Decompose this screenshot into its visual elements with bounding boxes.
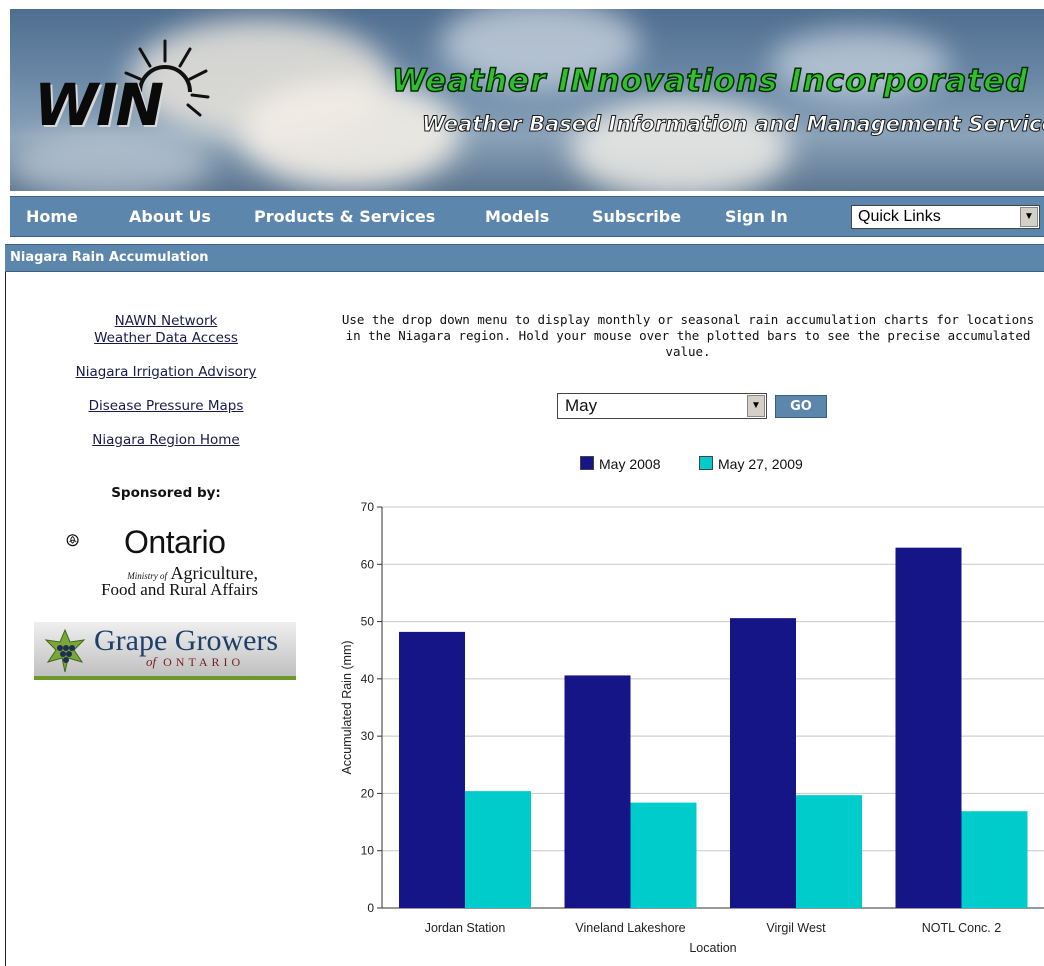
sponsored-label: Sponsored by: (111, 485, 221, 501)
y-tick-label: 40 (361, 672, 375, 686)
y-tick-label: 10 (361, 844, 375, 858)
x-axis-title: Location (689, 941, 736, 955)
nav-models[interactable]: Models (485, 207, 549, 226)
legend-label-2008: May 2008 (599, 456, 661, 472)
main-nav: Home About Us Products & Services Models… (10, 196, 1044, 237)
chevron-down-icon[interactable]: ▼ (747, 395, 765, 417)
go-button[interactable]: GO (775, 395, 827, 418)
sidebar-link-nawn-line2[interactable]: Weather Data Access (94, 330, 238, 346)
bar-2009 (961, 811, 1028, 908)
legend-item-2009: May 27, 2009 (699, 456, 803, 472)
sidebar-link-irrigation[interactable]: Niagara Irrigation Advisory (6, 364, 326, 381)
quick-links-select[interactable]: Quick Links ▼ (851, 205, 1040, 229)
grape-growers-sub: of ONTARIO (146, 654, 244, 670)
ministry-line2: Food and Rural Affairs (101, 580, 258, 599)
bar-2008 (399, 631, 465, 908)
grape-growers-logo[interactable]: Grape Growers of ONTARIO (34, 622, 296, 680)
grape-region: ONTARIO (163, 655, 245, 669)
legend-label-2009: May 27, 2009 (718, 456, 803, 472)
grape-of: of (146, 654, 157, 669)
y-tick-label: 60 (361, 557, 375, 571)
y-tick-label: 70 (361, 500, 375, 514)
intro-text: Use the drop down menu to display monthl… (341, 312, 1035, 359)
company-tagline: Weather Based Information and Management… (421, 112, 1044, 137)
bar-2009 (465, 791, 531, 908)
x-tick-label: NOTL Conc. 2 (922, 921, 1001, 935)
bar-2009 (630, 802, 697, 908)
grape-growers-name: Grape Growers (94, 624, 279, 657)
quick-links-value: Quick Links (858, 208, 941, 225)
y-tick-label: 20 (361, 786, 375, 800)
bar-2009 (796, 795, 862, 908)
sidebar-link-region-home[interactable]: Niagara Region Home (6, 432, 326, 449)
month-select[interactable]: May ▼ (557, 393, 767, 419)
x-tick-label: Virgil West (766, 921, 826, 935)
nav-about-us[interactable]: About Us (129, 207, 211, 226)
legend-swatch-2009 (699, 456, 713, 470)
sidebar-link-disease[interactable]: Disease Pressure Maps (6, 398, 326, 415)
bar-2008 (895, 547, 962, 908)
nav-subscribe[interactable]: Subscribe (592, 207, 681, 226)
nav-home[interactable]: Home (26, 207, 78, 226)
page-title: Niagara Rain Accumulation (10, 250, 209, 265)
sidebar-link-nawn-line1[interactable]: NAWN Network (115, 313, 218, 329)
month-select-value: May (565, 396, 598, 415)
nav-sign-in[interactable]: Sign In (725, 207, 788, 226)
company-name: Weather INnovations Incorporated (391, 62, 1029, 100)
bar-2008 (564, 675, 631, 908)
y-tick-label: 0 (367, 901, 374, 915)
chevron-down-icon[interactable]: ▼ (1020, 207, 1038, 227)
rain-accumulation-chart: 0 10 20 30 40 50 60 70 Jordan Station Vineland La… (340, 500, 1044, 955)
sidebar-link-nawn[interactable]: NAWN Network Weather Data Access (6, 313, 326, 347)
y-axis-title: Accumulated Rain (mm) (340, 640, 354, 774)
legend-item-2008: May 2008 (580, 456, 660, 472)
y-tick-label: 50 (361, 615, 375, 629)
page-title-bar: Niagara Rain Accumulation (5, 244, 1044, 272)
win-logo: WIN (34, 71, 164, 139)
legend-swatch-2008 (580, 456, 594, 470)
grape-leaf-icon (44, 628, 86, 673)
header-banner: WIN Weather INnovations Incorporated Wea… (10, 9, 1044, 191)
ontario-name: Ontario (124, 524, 226, 560)
nav-products-services[interactable]: Products & Services (254, 207, 435, 226)
x-tick-label: Jordan Station (425, 921, 506, 935)
x-tick-label: Vineland Lakeshore (575, 921, 685, 935)
grape-stripe (34, 676, 296, 680)
bar-2008 (730, 618, 796, 908)
y-tick-label: 30 (361, 729, 375, 743)
